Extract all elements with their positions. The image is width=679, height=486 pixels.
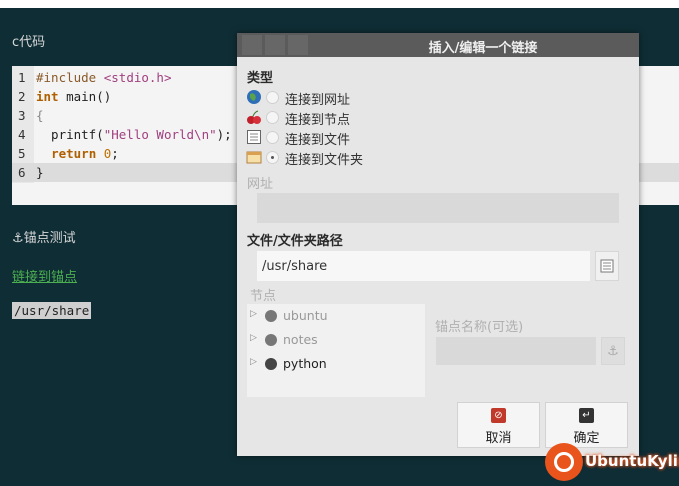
line-number: 6 xyxy=(18,165,26,180)
expander-icon[interactable]: ▷ xyxy=(250,357,257,367)
radio-option[interactable]: 连接到文件 xyxy=(246,127,446,148)
anchor-icon: ⚓ xyxy=(12,231,24,246)
line-number: 2 xyxy=(18,89,26,104)
anchor-name-input[interactable] xyxy=(436,337,596,365)
line-number: 5 xyxy=(18,146,26,161)
anchor-name-field[interactable] xyxy=(436,337,596,365)
tree-node-label: python xyxy=(283,356,327,371)
radio-label: 连接到文件夹 xyxy=(285,153,364,168)
code-text: printf("Hello World\n"); xyxy=(36,127,232,142)
node-tree[interactable]: ▷ ubuntu ▷ notes ▷ python xyxy=(247,304,425,397)
expander-icon[interactable]: ▷ xyxy=(250,309,257,319)
node-icon xyxy=(265,334,277,346)
radio-option[interactable]: 连接到文件夹 xyxy=(246,147,446,168)
node-icon xyxy=(265,310,277,322)
cancel-button[interactable]: ⊘ 取消 xyxy=(457,402,540,448)
url-section-title: 网址 xyxy=(247,177,274,192)
nodes-section-title: 节点 xyxy=(250,289,277,304)
line-number: 3 xyxy=(18,108,26,123)
radio-button[interactable] xyxy=(266,151,279,164)
folder-icon xyxy=(246,149,262,165)
path-field[interactable] xyxy=(257,251,590,281)
anchor-name-title: 锚点名称(可选) xyxy=(435,320,524,335)
tree-node-label: notes xyxy=(283,332,318,347)
line-number: 4 xyxy=(18,127,26,142)
tree-node[interactable]: ▷ ubuntu xyxy=(247,306,425,328)
radio-option[interactable]: 连接到网址 xyxy=(246,87,446,108)
logo-text: UbuntuKylin xyxy=(585,452,679,470)
browse-button[interactable] xyxy=(595,251,619,281)
code-text: { xyxy=(36,108,44,123)
radio-button[interactable] xyxy=(266,111,279,124)
path-input[interactable] xyxy=(257,251,590,281)
radio-label: 连接到网址 xyxy=(285,93,351,108)
cancel-label: 取消 xyxy=(485,431,512,446)
radio-option[interactable]: 连接到节点 xyxy=(246,107,446,128)
code-text: return 0; xyxy=(51,146,119,161)
radio-label: 连接到文件 xyxy=(285,133,351,148)
anchor-pick-button[interactable]: ⚓ xyxy=(601,337,625,365)
globe-icon xyxy=(246,89,262,105)
tree-node[interactable]: ▷ python xyxy=(247,354,425,376)
logo-icon xyxy=(545,443,583,481)
ok-button[interactable]: ↵ 确定 xyxy=(545,402,628,448)
cancel-icon: ⊘ xyxy=(491,408,506,423)
link-to-anchor[interactable]: 链接到锚点 xyxy=(12,266,77,285)
cherry-icon xyxy=(246,109,262,125)
anchor-test-line: ⚓锚点测试 xyxy=(12,227,76,246)
anchor-icon: ⚓ xyxy=(607,343,619,359)
enter-icon: ↵ xyxy=(579,408,594,423)
line-number: 1 xyxy=(18,70,26,85)
file-icon xyxy=(246,129,262,145)
radio-button[interactable] xyxy=(266,91,279,104)
dialog-title: 插入/编辑一个链接 xyxy=(428,41,538,56)
path-section-title: 文件/文件夹路径 xyxy=(247,234,343,249)
path-link[interactable]: /usr/share xyxy=(12,302,92,319)
editor-heading: c代码 xyxy=(12,35,46,50)
link-dialog: 插入/编辑一个链接 类型 连接到网址连接到节点连接到文件连接到文件夹 网址 文件… xyxy=(237,33,639,456)
radio-button[interactable] xyxy=(266,131,279,144)
code-text: #include <stdio.h> xyxy=(36,70,172,85)
url-field[interactable] xyxy=(257,193,619,223)
anchor-test-text: 锚点测试 xyxy=(23,231,76,246)
file-icon xyxy=(600,259,614,273)
expander-icon[interactable]: ▷ xyxy=(250,333,257,343)
tree-node[interactable]: ▷ notes xyxy=(247,330,425,352)
dialog-titlebar[interactable]: 插入/编辑一个链接 xyxy=(237,33,639,57)
url-input[interactable] xyxy=(257,193,619,223)
radio-label: 连接到节点 xyxy=(285,113,351,128)
node-icon xyxy=(265,358,277,370)
tree-node-label: ubuntu xyxy=(283,308,328,323)
code-text: int main() xyxy=(36,89,112,104)
code-text: } xyxy=(36,165,44,180)
type-section-title: 类型 xyxy=(247,71,274,86)
